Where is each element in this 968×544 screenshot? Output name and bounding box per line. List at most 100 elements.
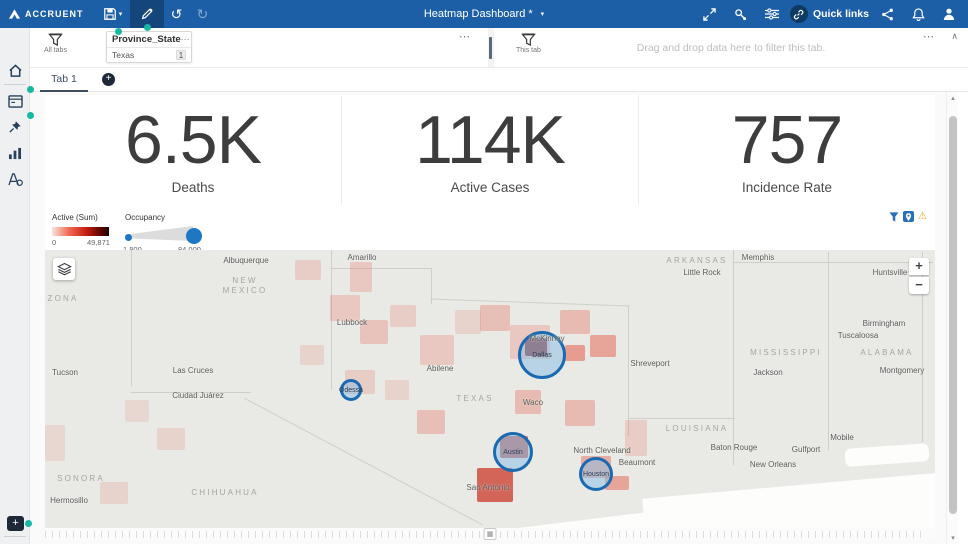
sidebar-widgets-button[interactable] [0,86,34,114]
state-border [628,418,735,419]
sliders-icon [764,8,779,20]
heat-patch [125,400,149,422]
tab-bar: Tab 1 + [30,68,968,92]
city-label: Ciudad Juárez [172,391,224,400]
edit-mode-button[interactable] [129,0,164,31]
chip-count-badge: 1 [176,50,186,60]
time-slider[interactable]: ▦ [45,528,935,540]
fullscreen-button[interactable] [697,0,723,28]
edit-mode-indicator-dot [143,24,151,31]
mississippi-river [733,250,734,465]
home-icon [8,64,22,77]
occupancy-min-dot [125,234,132,241]
kpi-incidence-rate[interactable]: 757 Incidence Rate [638,95,935,205]
accruent-logo[interactable]: ACCRUENT [0,8,96,20]
city-label: Waco [522,398,544,407]
state-border [733,262,933,263]
state-label: MEXICO [222,286,268,295]
city-label: San Antonio [466,483,510,492]
quick-links-button[interactable]: Quick links [789,5,869,23]
city-label: Albuquerque [223,256,269,265]
top-navbar: ACCRUENT ▾ ↺ ↻ Heatmap Dashboard * ▾ Qui… [0,0,968,31]
city-label: Jackson [753,368,783,377]
heat-patch [295,260,321,280]
sidebar-pin-button[interactable] [0,112,34,140]
bubble-austin[interactable]: Austin [493,432,533,472]
heat-patch [455,310,481,334]
user-menu-button[interactable] [936,0,962,28]
zoom-out-button[interactable]: − [909,277,929,294]
quick-links-ring [789,5,808,23]
dashboard-title-menu[interactable]: Heatmap Dashboard * ▾ [424,8,544,20]
state-label: ALABAMA [860,348,914,357]
sidebar-divider [4,536,26,537]
add-widget-button[interactable]: + [7,516,32,531]
kpi-active-cases[interactable]: 114K Active Cases [341,95,638,205]
heat-patch [590,335,616,357]
zoom-in-button[interactable]: + [909,258,929,275]
city-label: Tuscaloosa [837,331,879,340]
expand-icon [703,7,717,21]
collapse-filter-bar-button[interactable]: ∧ [951,31,958,41]
kpi-deaths[interactable]: 6.5K Deaths [45,95,341,205]
city-label: Amarillo [347,253,377,262]
all-tabs-filter-button[interactable]: All tabs [44,33,67,54]
sidebar-charts-button[interactable] [0,140,30,166]
this-tab-pane-menu-button[interactable]: ⋯ [923,32,934,42]
heat-patch [45,425,65,461]
city-label: Beaumont [618,458,656,467]
state-label: TEXAS [456,394,494,403]
card-icon [7,94,23,108]
bubble-odessa[interactable]: Odessa [339,379,363,401]
heat-patch [565,400,595,426]
heat-patch [100,482,128,504]
kpi-label: Deaths [171,179,215,195]
undo-button[interactable]: ↺ [164,0,190,28]
map-canvas[interactable]: + − ZONA NEW MEXICO TEXAS ARKANSAS MISSISSIPP… [45,250,935,528]
share-button[interactable] [874,0,900,28]
map-layers-button[interactable] [53,258,75,280]
this-tab-filter-button[interactable]: This tab [516,33,541,54]
share-icon [881,8,893,20]
active-legend-label: Active (Sum) [52,213,98,222]
tab-1[interactable]: Tab 1 [40,68,88,92]
city-label: Shreveport [630,359,670,368]
chip-body: Texas 1 [107,48,191,62]
chip-menu-icon[interactable]: ⋯ [181,35,190,43]
connections-button[interactable] [728,0,754,28]
heat-patch [560,310,590,334]
bubble-houston[interactable]: Houston [579,457,613,491]
scroll-up-arrow[interactable]: ▴ [947,94,959,102]
city-label: Huntsville [872,268,908,277]
active-min-tick: 0 [52,238,57,247]
heat-patch [480,305,510,331]
widget-location-icon[interactable] [903,211,915,222]
sidebar-text-tool-button[interactable] [0,166,30,192]
kpi-label: Incidence Rate [741,179,833,195]
filter-chip-province-state[interactable]: Province_State ⋯ Texas 1 [106,28,192,63]
calendar-button[interactable]: ▦ [483,528,497,540]
state-label: ZONA [47,294,79,303]
city-label: Birmingham [862,319,906,328]
state-label: LOUISIANA [665,424,729,433]
settings-button[interactable] [759,0,785,28]
scrollbar-thumb[interactable] [949,116,957,514]
filter-bar: All tabs Province_State ⋯ Texas 1 ⋯ This… [30,28,968,68]
widget-warning-icon[interactable]: ⚠ [918,211,927,222]
all-tabs-pane-menu-button[interactable]: ⋯ [459,32,470,42]
widget-filter-icon[interactable] [889,211,899,222]
state-label: CHIHUAHUA [191,488,259,497]
sidebar-home-button[interactable] [0,58,30,84]
funnel-icon [521,33,536,46]
save-button[interactable]: ▾ [96,0,130,28]
redo-button[interactable]: ↻ [190,0,216,28]
city-label: Lubbock [336,318,368,327]
notifications-button[interactable] [905,0,931,28]
heat-patch [300,345,324,365]
sidebar-divider [4,84,26,85]
bell-icon [911,7,925,21]
scroll-down-arrow[interactable]: ▾ [947,534,959,542]
vertical-scrollbar[interactable]: ▴ ▾ [946,92,958,544]
add-tab-button[interactable]: + [102,73,115,86]
bubble-label: Dallas [532,351,552,359]
